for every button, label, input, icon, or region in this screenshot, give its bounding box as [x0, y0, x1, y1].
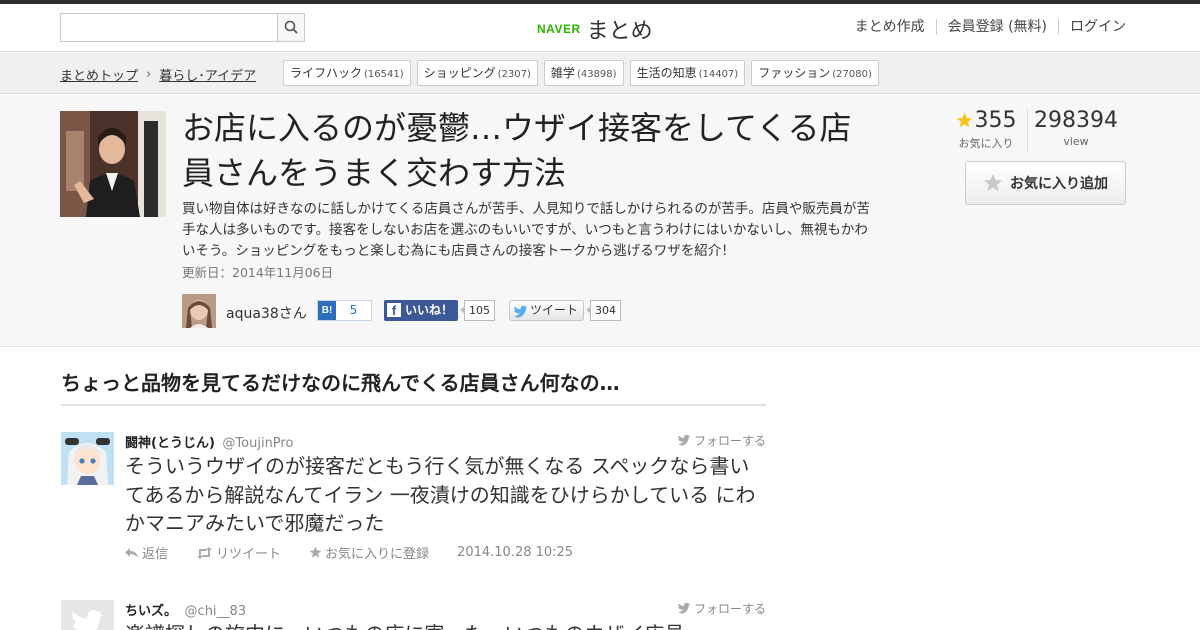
nav-login[interactable]: ログイン: [1058, 19, 1126, 35]
favorites-stat: 355 お気に入り: [945, 108, 1028, 152]
site-logo[interactable]: NAVER まとめ: [537, 14, 653, 44]
updated-date: 更新日：2014年11月06日: [182, 265, 334, 280]
tag-label: 生活の知恵: [636, 66, 697, 80]
article-thumbnail: [60, 111, 166, 217]
tweet-user[interactable]: 闘神(とうじん) @ToujinPro: [125, 432, 293, 451]
star-outline-icon: [984, 174, 1002, 191]
tweet-user[interactable]: ちいズ。 @chi__83: [125, 600, 246, 619]
breadcrumb-separator: ›: [146, 67, 152, 82]
tweet-user-name: ちいズ。: [125, 604, 178, 619]
section-heading: ちょっと品物を見てるだけなのに飛んでくる店員さん何なの…: [61, 371, 620, 395]
header-nav: まとめ作成 会員登録 (無料) ログイン: [844, 19, 1126, 35]
social-buttons: B! 5 f いいね！ 105 ツイート 304: [317, 300, 622, 321]
section-divider: [61, 404, 766, 406]
views-count: 298394: [1034, 108, 1118, 133]
tweet-user-handle: @ToujinPro: [222, 436, 294, 451]
follow-label: フォローする: [693, 602, 766, 616]
nav-create-matome[interactable]: まとめ作成: [844, 19, 936, 35]
tag-count: (16541): [364, 69, 404, 80]
tag-shopping[interactable]: ショッピング (2307): [416, 60, 538, 86]
views-label: view: [1063, 135, 1089, 148]
tag-label: ファッション: [758, 66, 831, 80]
tag-label: 雑学: [550, 66, 575, 80]
tweet-label: ツイート: [530, 303, 579, 317]
reply-label: 返信: [142, 547, 169, 562]
article-title: お店に入るのが憂鬱…ウザイ接客をしてくる店員さんをうまく交わす方法: [182, 109, 852, 192]
tweet-card: ちいズ。 @chi__83 フォローする 楽譜探しの旅中に、いつもの店に寄った。…: [61, 600, 766, 630]
follow-button[interactable]: フォローする: [677, 600, 766, 617]
search-input[interactable]: [61, 14, 279, 41]
reply-icon: [125, 547, 138, 558]
breadcrumb-bar: まとめトップ › 暮らし･アイデア ライフハック (16541) ショッピング (2…: [0, 53, 1200, 94]
follow-label: フォローする: [693, 434, 766, 448]
hatena-bookmark-button[interactable]: B! 5: [317, 300, 372, 321]
tag-life-wisdom[interactable]: 生活の知恵 (14407): [629, 60, 746, 86]
favorites-count: 355: [974, 108, 1017, 133]
article-stats: 355 お気に入り 298394 view: [945, 108, 1124, 152]
logo-brand: NAVER: [537, 22, 581, 36]
tweet-text: そういうウザイのが接客だともう行く気が無くなる スペックなら書いてあるから解説な…: [125, 454, 756, 535]
favorite-action[interactable]: お気に入りに登録: [309, 543, 443, 562]
author-avatar[interactable]: [182, 294, 216, 328]
retweet-label: リツイート: [216, 547, 282, 562]
tweet-avatar[interactable]: [61, 432, 114, 485]
tag-list: ライフハック (16541) ショッピング (2307) 雑学 (43898) 生活の…: [283, 60, 885, 86]
breadcrumb-category[interactable]: 暮らし･アイデア: [159, 65, 256, 84]
logo-service: まとめ: [586, 19, 653, 44]
tweet-actions: 返信 リツイート お気に入りに登録 2014.10.28 10:25: [125, 543, 587, 562]
breadcrumb: まとめトップ › 暮らし･アイデア: [60, 65, 256, 84]
star-icon: [309, 546, 322, 558]
tag-count: (43898): [576, 69, 617, 80]
tag-count: (2307): [497, 69, 531, 80]
add-favorite-label: お気に入り追加: [1010, 176, 1108, 192]
tag-count: (27080): [832, 69, 872, 80]
tweet-user-name: 闘神(とうじん): [125, 436, 215, 451]
star-icon: [956, 112, 972, 128]
facebook-like-label: いいね！: [405, 303, 454, 317]
tag-trivia[interactable]: 雑学 (43898): [543, 60, 624, 86]
tweet-button[interactable]: ツイート: [509, 300, 585, 321]
twitter-bird-icon: [677, 603, 690, 614]
article-description: 買い物自体は好きなのに話しかけてくる店員さんが苦手、人見知りで話しかけられるのが…: [182, 201, 870, 259]
facebook-like-button[interactable]: f いいね！: [384, 300, 459, 321]
breadcrumb-top[interactable]: まとめトップ: [60, 65, 138, 84]
follow-button[interactable]: フォローする: [677, 432, 766, 449]
tweet-avatar[interactable]: [61, 600, 114, 630]
tag-label: ショッピング: [423, 66, 496, 80]
tweet-count: 304: [586, 300, 622, 321]
hatena-count: 5: [349, 303, 358, 317]
facebook-count: 105: [460, 300, 496, 321]
search-box: [60, 13, 305, 42]
site-header: NAVER まとめ まとめ作成 会員登録 (無料) ログイン: [0, 4, 1200, 52]
facebook-icon: f: [387, 303, 401, 318]
favorite-label: お気に入りに登録: [325, 547, 430, 562]
tweet-user-handle: @chi__83: [184, 604, 247, 619]
tweet-timestamp[interactable]: 2014.10.28 10:25: [457, 543, 573, 562]
tag-fashion[interactable]: ファッション (27080): [751, 60, 879, 86]
views-stat: 298394 view: [1028, 108, 1124, 152]
retweet-action[interactable]: リツイート: [196, 543, 295, 562]
search-icon: [284, 20, 298, 34]
author-name[interactable]: aqua38さん: [226, 303, 307, 323]
tag-count: (14407): [698, 69, 739, 80]
reply-action[interactable]: 返信: [125, 543, 182, 562]
retweet-icon: [197, 546, 213, 559]
hatena-icon: B!: [318, 301, 336, 320]
tweet-card: 闘神(とうじん) @ToujinPro フォローする そういうウザイのが接客だと…: [61, 432, 766, 562]
twitter-bird-icon: [513, 305, 528, 318]
tag-lifehack[interactable]: ライフハック (16541): [283, 60, 411, 86]
add-favorite-button[interactable]: お気に入り追加: [965, 161, 1126, 205]
nav-register[interactable]: 会員登録 (無料): [935, 19, 1058, 35]
favorites-label: お気に入り: [958, 137, 1014, 150]
tag-label: ライフハック: [290, 66, 363, 80]
tweet-text: 楽譜探しの旅中に、いつもの店に寄った。いつものウザイ店員: [125, 620, 765, 630]
article-header: お店に入るのが憂鬱…ウザイ接客をしてくる店員さんをうまく交わす方法 買い物自体は…: [0, 95, 1200, 347]
twitter-bird-icon: [677, 435, 690, 446]
search-button[interactable]: [277, 14, 304, 41]
